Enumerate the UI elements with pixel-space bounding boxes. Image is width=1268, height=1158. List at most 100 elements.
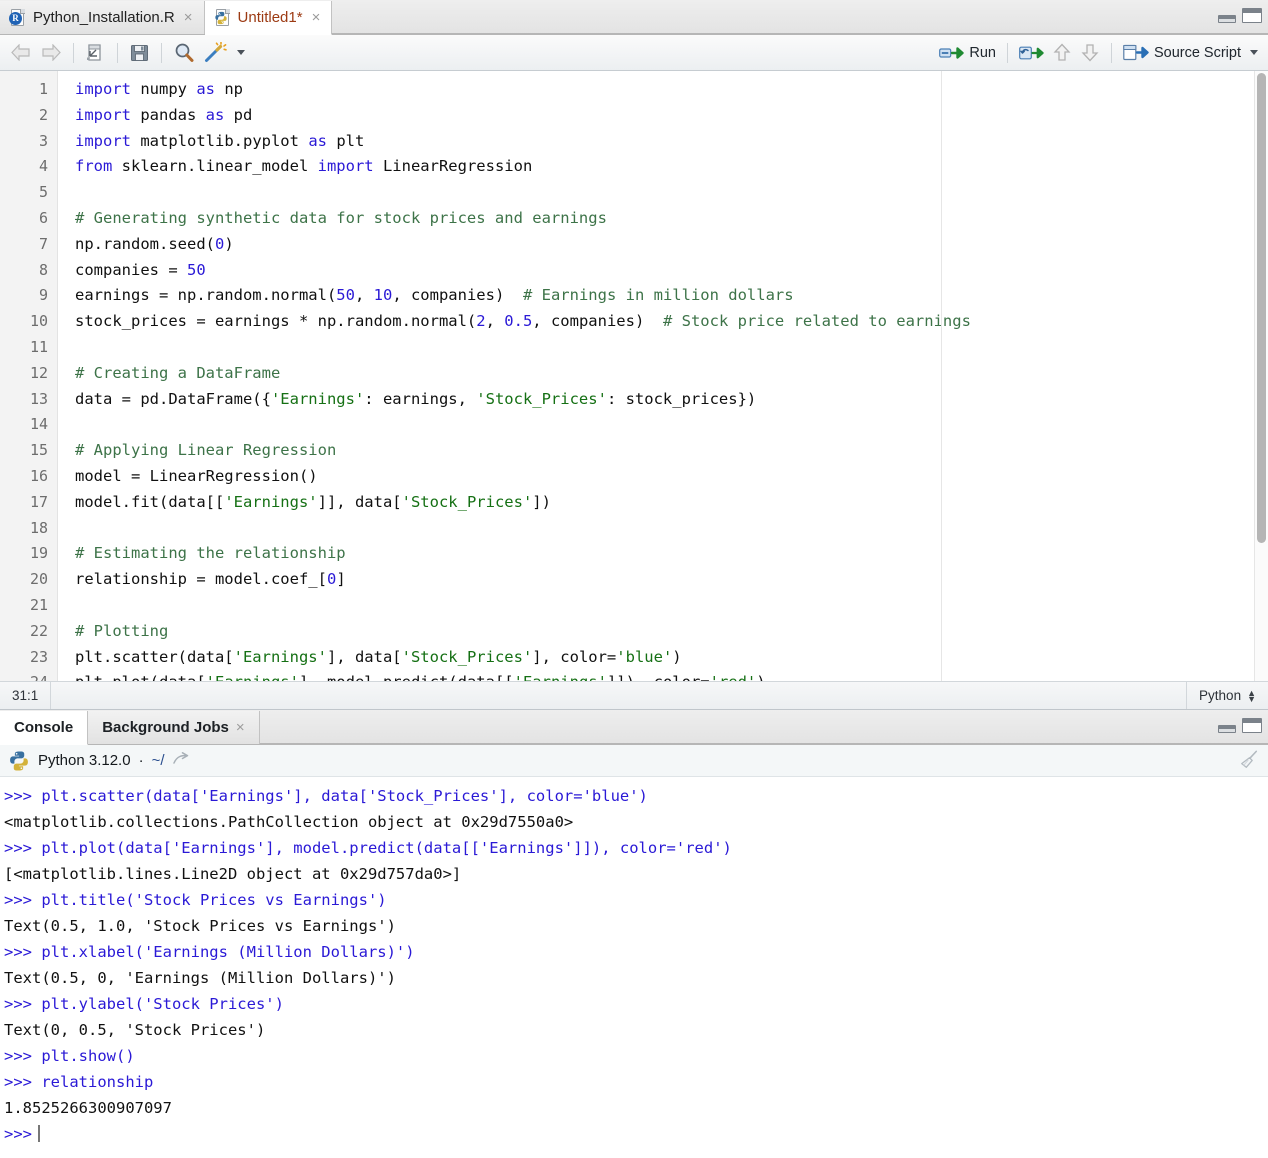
- console-tab-close-icon[interactable]: ×: [236, 719, 245, 736]
- code-line[interactable]: # Plotting: [58, 619, 1268, 645]
- console-output[interactable]: >>> plt.scatter(data['Earnings'], data['…: [0, 777, 1268, 1158]
- code-token-num: 2: [476, 312, 486, 331]
- source-script-button[interactable]: Source Script: [1119, 42, 1245, 63]
- line-number: 19: [29, 544, 48, 563]
- show-in-new-window-icon[interactable]: [81, 41, 110, 64]
- chevron-down-icon[interactable]: [1250, 50, 1258, 55]
- stepper-icon[interactable]: ▲ ▼: [1247, 688, 1256, 703]
- code-token-str: 'red': [710, 673, 757, 681]
- code-tools-magic-wand-icon[interactable]: [199, 40, 249, 65]
- maximize-panel-icon[interactable]: [1242, 8, 1262, 23]
- editor-vertical-scrollbar[interactable]: [1254, 71, 1268, 681]
- line-number: 8: [38, 260, 48, 279]
- open-directory-arrow-icon[interactable]: [172, 751, 190, 770]
- next-chunk-arrow-icon[interactable]: [1076, 41, 1104, 64]
- code-token: plt.plot(data[: [75, 673, 206, 681]
- forward-arrow-icon[interactable]: [36, 42, 66, 63]
- code-token: plt.scatter(data[: [75, 647, 234, 666]
- console-input-line: >>> plt.title('Stock Prices vs Earnings'…: [4, 891, 387, 909]
- code-editor-area[interactable]: 123456789101112131415161718192021222324 …: [0, 71, 1268, 681]
- code-line[interactable]: # Estimating the relationship: [58, 541, 1268, 567]
- code-token-cmt: # Generating synthetic data for stock pr…: [75, 208, 607, 227]
- editor-tab-untitled1[interactable]: Untitled1* ×: [204, 1, 333, 35]
- code-line[interactable]: # Applying Linear Regression: [58, 438, 1268, 464]
- minimize-panel-icon[interactable]: [1218, 15, 1236, 23]
- code-line[interactable]: model = LinearRegression(): [58, 464, 1268, 490]
- maximize-panel-icon[interactable]: [1242, 718, 1262, 733]
- code-line[interactable]: [58, 412, 1268, 438]
- console-input-line: >>> plt.scatter(data['Earnings'], data['…: [4, 787, 648, 805]
- code-token-kw: import: [75, 80, 131, 98]
- code-line[interactable]: [58, 335, 1268, 361]
- code-token-kw: as: [196, 80, 215, 98]
- run-button[interactable]: Run: [935, 43, 1000, 63]
- editor-tab-python-installation[interactable]: R Python_Installation.R ×: [0, 1, 205, 34]
- save-icon[interactable]: [125, 41, 154, 65]
- console-output-line: Text(0, 0.5, 'Stock Prices'): [4, 1021, 266, 1039]
- re-run-previous-icon[interactable]: [1015, 43, 1048, 63]
- code-line[interactable]: import pandas as pd: [58, 103, 1268, 129]
- console-tab-bar: Console Background Jobs ×: [0, 710, 1268, 745]
- code-token: ]: [336, 570, 346, 589]
- toolbar-separator: [161, 42, 162, 63]
- code-line[interactable]: model.fit(data[['Earnings']], data['Stoc…: [58, 490, 1268, 516]
- code-token-cmt: # Stock price related to earnings: [662, 312, 971, 331]
- code-line[interactable]: [58, 180, 1268, 206]
- code-token-kw: as: [205, 105, 225, 124]
- code-line[interactable]: data = pd.DataFrame({'Earnings': earning…: [58, 387, 1268, 413]
- chevron-down-icon[interactable]: [237, 50, 245, 55]
- code-line[interactable]: from sklearn.linear_model import LinearR…: [58, 154, 1268, 180]
- minimize-panel-icon[interactable]: [1218, 725, 1236, 733]
- back-arrow-icon[interactable]: [6, 42, 36, 63]
- code-line[interactable]: relationship = model.coef_[0]: [58, 567, 1268, 593]
- code-token-str: 'Earnings': [233, 647, 327, 666]
- code-line[interactable]: earnings = np.random.normal(50, 10, comp…: [58, 283, 1268, 309]
- code-token: companies =: [75, 260, 187, 279]
- code-line[interactable]: # Creating a DataFrame: [58, 361, 1268, 387]
- scrollbar-thumb[interactable]: [1257, 73, 1266, 543]
- line-number: 22: [29, 621, 48, 640]
- code-token: ): [672, 647, 682, 666]
- code-line[interactable]: [58, 516, 1268, 542]
- code-line[interactable]: companies = 50: [58, 258, 1268, 284]
- editor-tab-label: Untitled1*: [237, 9, 303, 26]
- line-number: 13: [29, 389, 48, 408]
- interpreter-version: Python 3.12.0: [38, 752, 131, 769]
- language-selector[interactable]: Python ▲ ▼: [1187, 682, 1268, 709]
- broom-clear-console-icon[interactable]: [1238, 750, 1260, 770]
- python-logo-icon: [10, 750, 28, 771]
- editor-tab-close-icon[interactable]: ×: [182, 10, 193, 25]
- editor-tab-close-icon[interactable]: ×: [310, 10, 321, 25]
- code-line[interactable]: import numpy as np: [58, 77, 1268, 103]
- console-prompt[interactable]: >>>: [4, 1121, 1268, 1147]
- python-snake-glyph: [214, 11, 227, 24]
- previous-chunk-arrow-icon[interactable]: [1048, 41, 1076, 64]
- code-line[interactable]: stock_prices = earnings * np.random.norm…: [58, 309, 1268, 335]
- python-file-icon: [214, 8, 231, 28]
- code-line[interactable]: import matplotlib.pyplot as plt: [58, 129, 1268, 155]
- working-directory-path[interactable]: ~/: [152, 752, 165, 769]
- tab-background-jobs[interactable]: Background Jobs ×: [88, 711, 260, 744]
- code-line[interactable]: [58, 593, 1268, 619]
- tab-console[interactable]: Console: [0, 711, 89, 745]
- code-line[interactable]: plt.plot(data['Earnings'], model.predict…: [58, 670, 1268, 681]
- editor-toolbar: Run Source Script: [0, 35, 1268, 71]
- source-editor-pane: R Python_Installation.R × Untitled1* × R…: [0, 0, 1268, 710]
- find-replace-icon[interactable]: [169, 40, 199, 65]
- code-token-num: 10: [373, 286, 393, 305]
- code-line[interactable]: # Generating synthetic data for stock pr…: [58, 206, 1268, 232]
- code-token: ]): [532, 492, 551, 511]
- code-line[interactable]: plt.scatter(data['Earnings'], data['Stoc…: [58, 645, 1268, 671]
- console-output-line: 1.8525266300907097: [4, 1099, 172, 1117]
- console-input-line: >>> plt.show(): [4, 1047, 135, 1065]
- code-token-kw: import: [75, 131, 131, 150]
- code-line[interactable]: np.random.seed(0): [58, 232, 1268, 258]
- code-text[interactable]: import numpy as np import pandas as pd imp…: [58, 71, 1268, 681]
- line-number: 14: [29, 415, 48, 434]
- code-token-kw: as: [308, 131, 327, 150]
- code-token-str: 'Earnings': [206, 673, 299, 681]
- line-number: 6: [38, 208, 48, 227]
- code-token: , companies): [392, 286, 523, 305]
- line-number: 21: [29, 595, 48, 614]
- code-token: ): [756, 673, 765, 681]
